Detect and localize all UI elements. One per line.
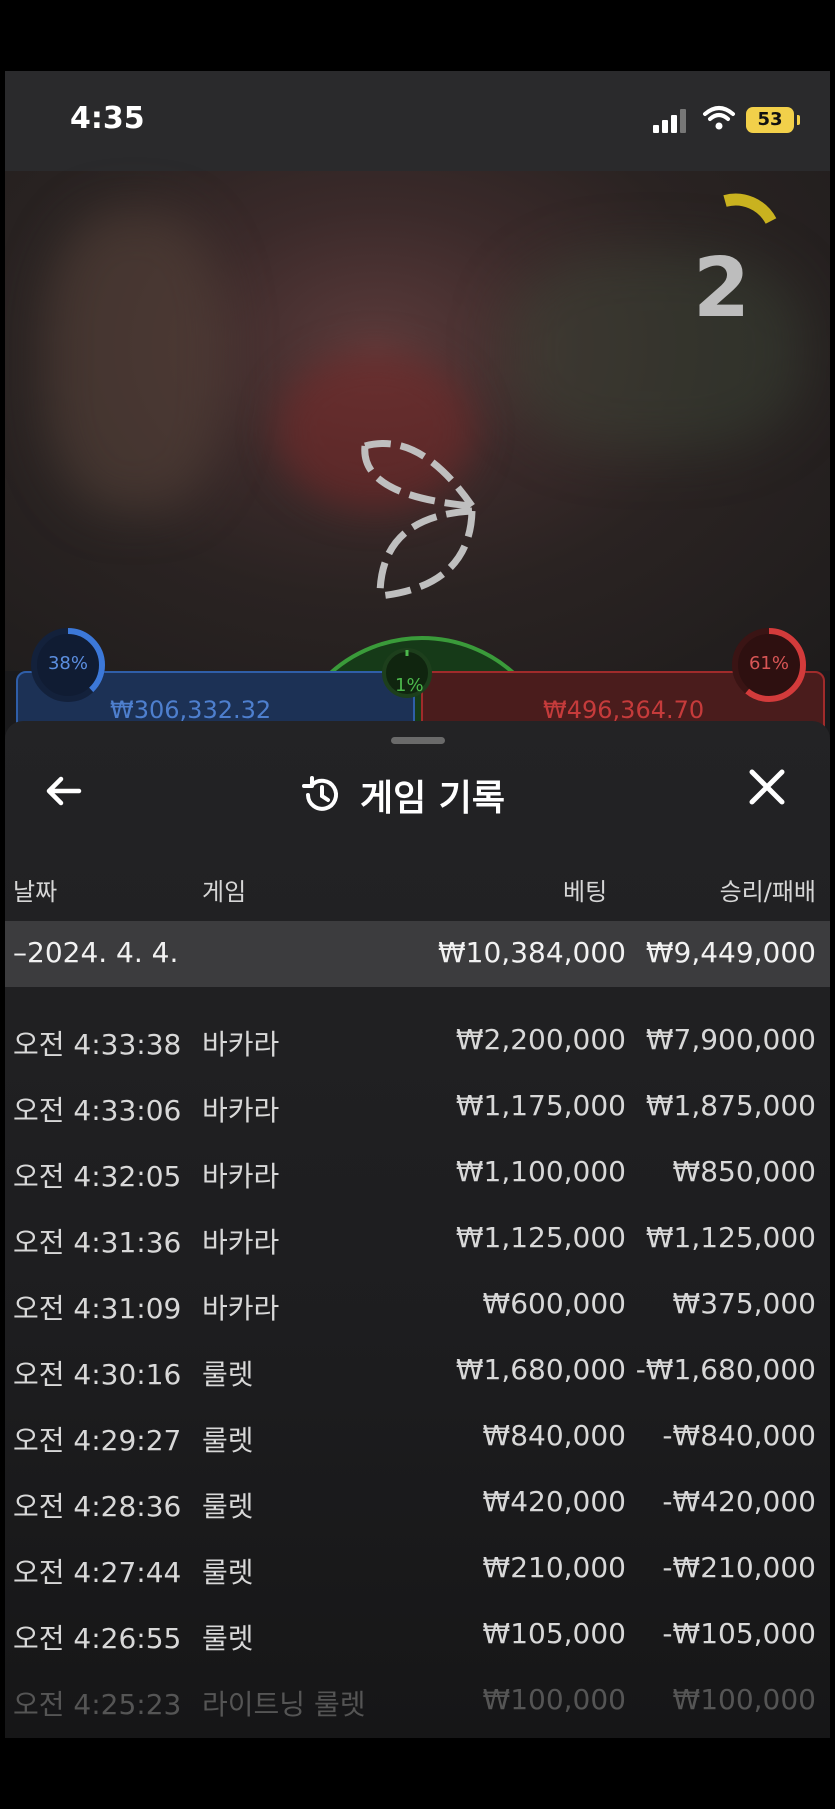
row-time: 오전 4:30:16 bbox=[13, 1358, 182, 1391]
wifi-icon bbox=[703, 106, 735, 130]
row-winloss: -₩840,000 bbox=[662, 1419, 816, 1452]
row-winloss: -₩420,000 bbox=[662, 1485, 816, 1518]
evolution-logo-icon bbox=[361, 440, 476, 600]
row-bet: ₩1,125,000 bbox=[455, 1221, 626, 1254]
row-bet: ₩105,000 bbox=[482, 1617, 626, 1650]
row-game: 룰렛 bbox=[202, 1556, 254, 1589]
table-row[interactable]: 오전 4:31:36 바카라 ₩1,125,000 ₩1,125,000 bbox=[5, 1207, 830, 1273]
date-group-winloss-total: ₩9,449,000 bbox=[645, 936, 816, 969]
signal-icon bbox=[653, 109, 693, 133]
row-game: 바카라 bbox=[202, 1160, 280, 1193]
table-row[interactable]: 오전 4:28:36 룰렛 ₩420,000 -₩420,000 bbox=[5, 1471, 830, 1537]
row-game: 룰렛 bbox=[202, 1424, 254, 1457]
row-winloss: ₩7,900,000 bbox=[645, 1023, 816, 1056]
battery-icon: 53 bbox=[746, 107, 794, 133]
row-winloss: ₩1,875,000 bbox=[645, 1089, 816, 1122]
row-game: 라이트닝 룰렛 bbox=[202, 1688, 366, 1721]
row-bet: ₩1,175,000 bbox=[455, 1089, 626, 1122]
row-winloss: ₩375,000 bbox=[672, 1287, 816, 1320]
sheet-title: 게임 기록 bbox=[360, 778, 506, 819]
row-time: 오전 4:31:36 bbox=[13, 1226, 182, 1259]
back-button[interactable] bbox=[43, 771, 83, 817]
date-group-bet-total: ₩10,384,000 bbox=[437, 936, 626, 969]
game-history-sheet: 게임 기록 날짜 게임 베팅 승리/패배 –2024. 4. 4. ₩10,38… bbox=[5, 721, 830, 1738]
close-icon bbox=[749, 769, 785, 805]
table-row[interactable]: 오전 4:31:09 바카라 ₩600,000 ₩375,000 bbox=[5, 1273, 830, 1339]
row-time: 오전 4:33:38 bbox=[13, 1028, 182, 1061]
live-video: 2 bbox=[5, 171, 830, 671]
row-bet: ₩100,000 bbox=[482, 1683, 626, 1716]
row-time: 오전 4:27:44 bbox=[13, 1556, 182, 1589]
row-bet: ₩1,100,000 bbox=[455, 1155, 626, 1188]
battery-tip bbox=[797, 115, 800, 125]
row-winloss: -₩1,680,000 bbox=[635, 1353, 816, 1386]
tie-percent: 1% bbox=[395, 675, 424, 696]
row-game: 바카라 bbox=[202, 1292, 280, 1325]
player-total-bet: ₩306,332.32 bbox=[110, 696, 272, 724]
row-game: 바카라 bbox=[202, 1028, 280, 1061]
table-row[interactable]: 오전 4:33:06 바카라 ₩1,175,000 ₩1,875,000 bbox=[5, 1075, 830, 1141]
row-bet: ₩840,000 bbox=[482, 1419, 626, 1452]
row-bet: ₩210,000 bbox=[482, 1551, 626, 1584]
row-time: 오전 4:33:06 bbox=[13, 1094, 182, 1127]
row-bet: ₩600,000 bbox=[482, 1287, 626, 1320]
row-winloss: ₩850,000 bbox=[672, 1155, 816, 1188]
row-time: 오전 4:32:05 bbox=[13, 1160, 182, 1193]
table-row[interactable]: 오전 4:32:05 바카라 ₩1,100,000 ₩850,000 bbox=[5, 1141, 830, 1207]
status-time: 4:35 bbox=[70, 101, 145, 136]
column-header-date: 날짜 bbox=[13, 878, 58, 906]
column-header-winloss: 승리/패배 bbox=[719, 878, 816, 906]
row-game: 룰렛 bbox=[202, 1622, 254, 1655]
column-header-bet: 베팅 bbox=[563, 878, 608, 906]
table-row[interactable]: 오전 4:26:55 룰렛 ₩105,000 -₩105,000 bbox=[5, 1603, 830, 1669]
row-winloss: ₩100,000 bbox=[672, 1683, 816, 1716]
row-game: 룰렛 bbox=[202, 1358, 254, 1391]
row-game: 바카라 bbox=[202, 1226, 280, 1259]
sheet-header: 게임 기록 bbox=[300, 769, 505, 821]
close-button[interactable] bbox=[747, 767, 787, 818]
sheet-drag-handle[interactable] bbox=[391, 737, 445, 744]
row-game: 바카라 bbox=[202, 1094, 280, 1127]
table-row[interactable]: 오전 4:33:38 바카라 ₩2,200,000 ₩7,900,000 bbox=[5, 1009, 830, 1075]
row-time: 오전 4:28:36 bbox=[13, 1490, 182, 1523]
table-row[interactable]: 오전 4:27:44 룰렛 ₩210,000 -₩210,000 bbox=[5, 1537, 830, 1603]
row-winloss: -₩105,000 bbox=[662, 1617, 816, 1650]
row-time: 오전 4:26:55 bbox=[13, 1622, 182, 1655]
row-time: 오전 4:31:09 bbox=[13, 1292, 182, 1325]
date-group-date: –2024. 4. 4. bbox=[13, 936, 179, 969]
banker-percent: 61% bbox=[748, 653, 789, 674]
row-bet: ₩420,000 bbox=[482, 1485, 626, 1518]
row-time: 오전 4:25:23 bbox=[13, 1688, 182, 1721]
row-game: 룰렛 bbox=[202, 1490, 254, 1523]
column-header-game: 게임 bbox=[202, 878, 247, 906]
table-row[interactable]: 오전 4:25:23 라이트닝 룰렛 ₩100,000 ₩100,000 bbox=[5, 1669, 830, 1735]
table-row[interactable]: 오전 4:30:16 룰렛 ₩1,680,000 -₩1,680,000 bbox=[5, 1339, 830, 1405]
phone-screen: 4:35 53 2 38% ₩306,332.32 61% ₩496,364.7… bbox=[5, 71, 830, 1738]
row-time: 오전 4:29:27 bbox=[13, 1424, 182, 1457]
row-bet: ₩2,200,000 bbox=[455, 1023, 626, 1056]
countdown-timer: 2 bbox=[693, 241, 751, 336]
player-percent: 38% bbox=[47, 653, 88, 674]
arrow-left-icon bbox=[46, 776, 82, 806]
status-bar: 4:35 53 bbox=[5, 71, 830, 171]
row-winloss: ₩1,125,000 bbox=[645, 1221, 816, 1254]
banker-total-bet: ₩496,364.70 bbox=[543, 696, 705, 724]
row-winloss: -₩210,000 bbox=[662, 1551, 816, 1584]
row-bet: ₩1,680,000 bbox=[455, 1353, 626, 1386]
history-icon bbox=[302, 776, 338, 811]
table-row[interactable]: 오전 4:29:27 룰렛 ₩840,000 -₩840,000 bbox=[5, 1405, 830, 1471]
